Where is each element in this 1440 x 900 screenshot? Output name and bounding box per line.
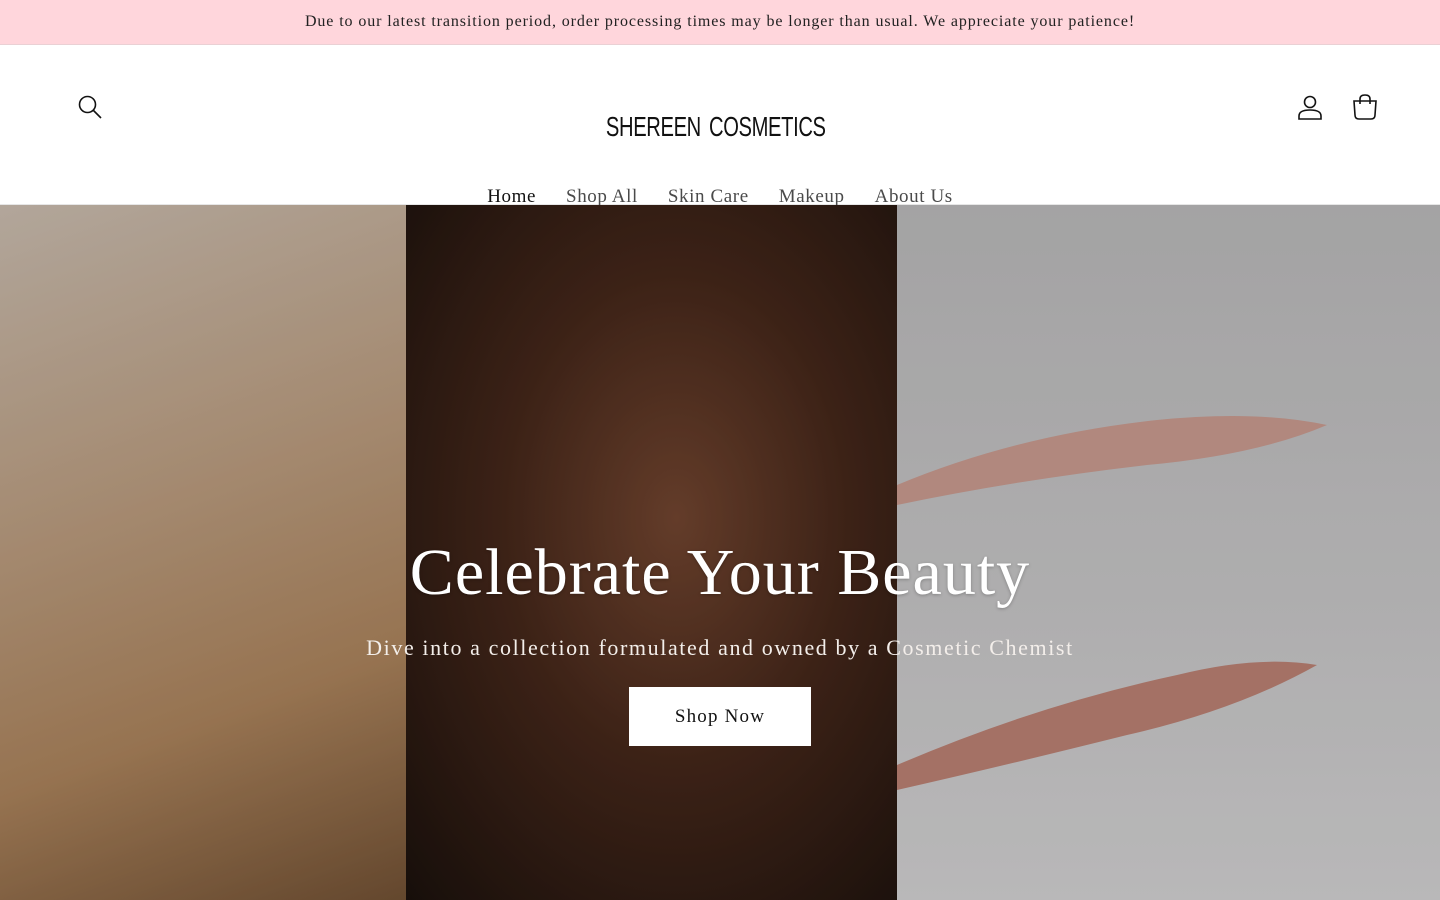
site-header: SHEREEN COSMETICS Home Shop All Skin Car… xyxy=(0,45,1440,207)
cart-button[interactable] xyxy=(1343,85,1387,129)
account-icon xyxy=(1298,95,1322,120)
logo-text-right: COSMETICS xyxy=(708,111,826,142)
hero-banner: Celebrate Your Beauty Dive into a collec… xyxy=(0,205,1440,900)
hero-subtitle: Dive into a collection formulated and ow… xyxy=(366,635,1074,660)
shop-now-button[interactable]: Shop Now xyxy=(629,687,811,746)
logo-text-left: SHEREEN xyxy=(606,111,701,142)
announcement-bar: Due to our latest transition period, ord… xyxy=(0,0,1440,45)
hero-title: Celebrate Your Beauty xyxy=(409,536,1031,609)
search-button[interactable] xyxy=(68,85,112,129)
cart-icon xyxy=(1353,94,1377,120)
search-icon xyxy=(78,95,102,119)
hero-content: Celebrate Your Beauty Dive into a collec… xyxy=(0,535,1440,746)
account-button[interactable] xyxy=(1288,85,1332,129)
announcement-text: Due to our latest transition period, ord… xyxy=(304,13,1136,30)
site-logo[interactable]: SHEREEN COSMETICS xyxy=(600,103,840,151)
